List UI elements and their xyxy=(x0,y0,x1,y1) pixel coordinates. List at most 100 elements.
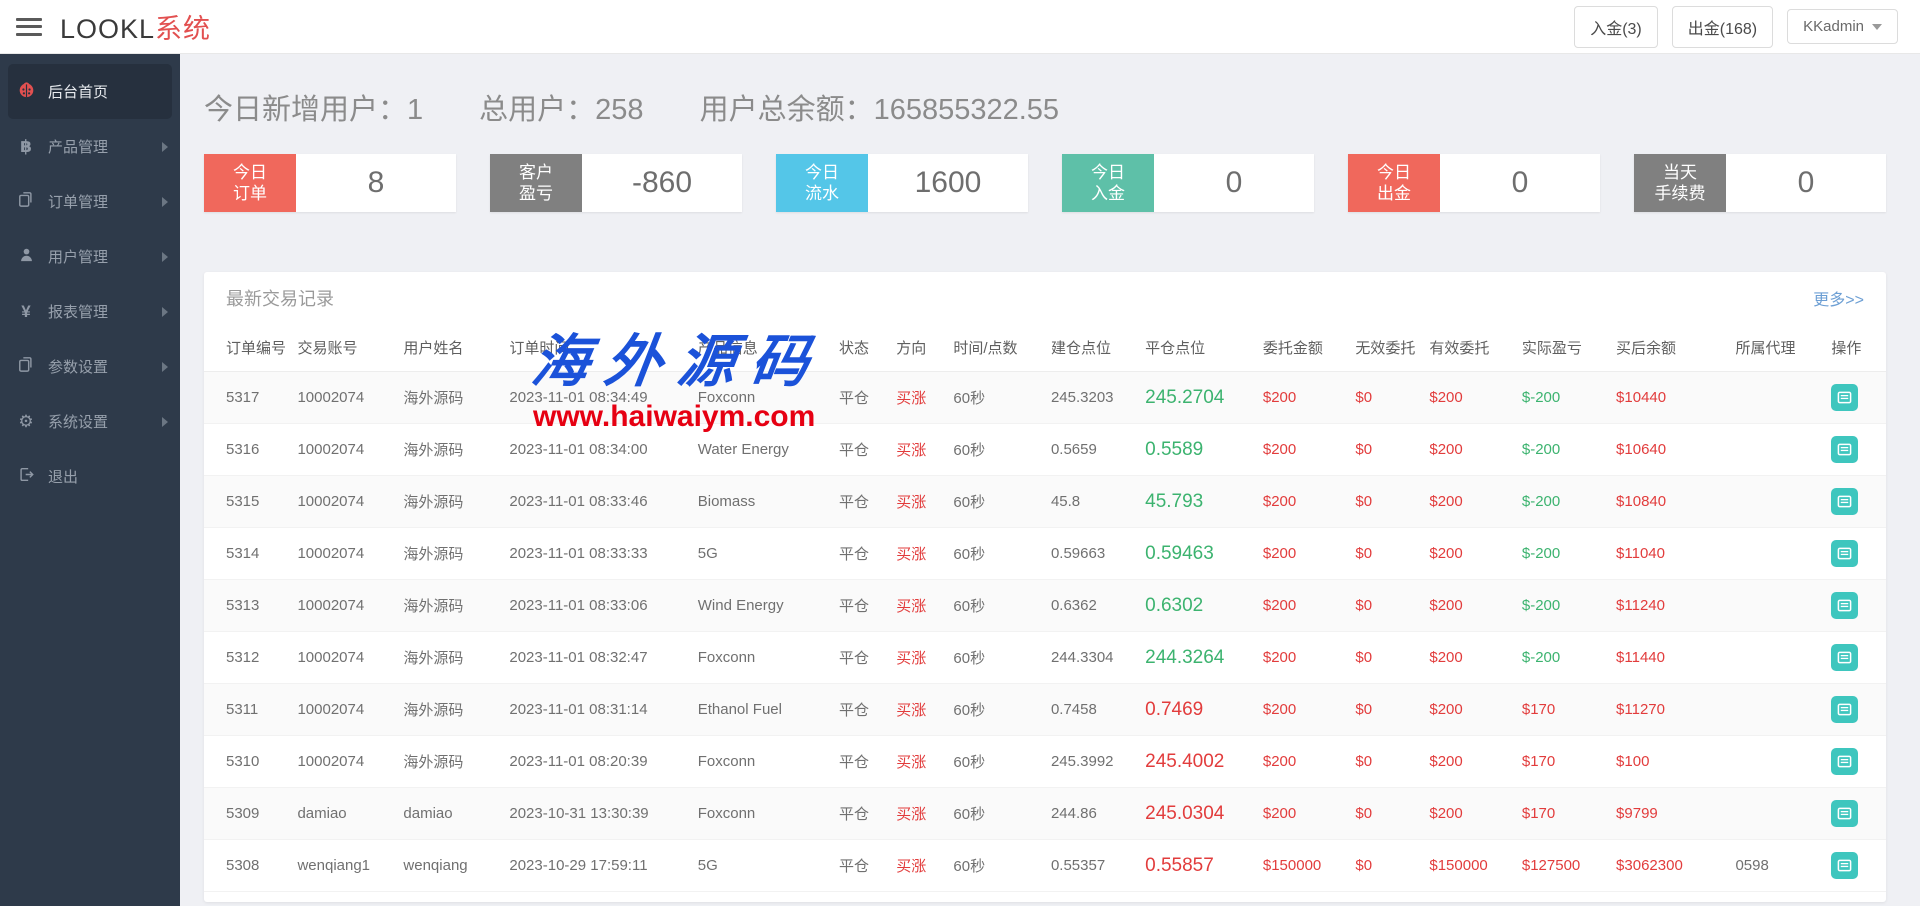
cell-actions xyxy=(1825,527,1886,580)
cell-balance: $10440 xyxy=(1610,371,1730,424)
cell-actions xyxy=(1825,735,1886,788)
cell-balance: $10640 xyxy=(1610,423,1730,476)
detail-button[interactable] xyxy=(1831,800,1859,827)
cell-time: 2023-11-01 08:33:46 xyxy=(503,475,692,528)
cell-close: 0.5589 xyxy=(1139,423,1257,476)
cell-time: 2023-11-01 08:31:14 xyxy=(503,683,692,736)
yen-icon: ¥ xyxy=(21,301,31,321)
column-header: 有效委托 xyxy=(1423,324,1516,372)
more-link[interactable]: 更多>> xyxy=(1813,286,1864,310)
cell-valid: $200 xyxy=(1423,631,1516,684)
cell-profit: $170 xyxy=(1515,683,1611,736)
params-icon xyxy=(14,356,38,377)
detail-button[interactable] xyxy=(1831,852,1859,879)
cell-invalid: $0 xyxy=(1349,683,1424,736)
cell-agent xyxy=(1729,787,1826,840)
column-header: 操作 xyxy=(1825,324,1886,372)
cell-actions xyxy=(1825,579,1886,632)
cell-account: damiao xyxy=(291,787,398,840)
sidebar-item-products[interactable]: ฿ 产品管理 xyxy=(0,119,180,174)
cell-amount: $200 xyxy=(1256,527,1350,580)
cell-duration: 60秒 xyxy=(947,475,1045,528)
cell-agent xyxy=(1729,423,1826,476)
gears-icon: ⚙ xyxy=(18,411,34,431)
cell-id: 5315 xyxy=(204,475,292,528)
card-value: 8 xyxy=(367,166,385,199)
chevron-right-icon xyxy=(162,141,168,152)
cell-invalid: $0 xyxy=(1349,527,1424,580)
cell-close: 245.2704 xyxy=(1139,371,1257,424)
sidebar-item-logout[interactable]: 退出 xyxy=(0,449,180,504)
cell-name: 海外源码 xyxy=(397,631,504,684)
detail-button[interactable] xyxy=(1831,644,1859,671)
card-value: 0 xyxy=(1797,166,1815,199)
user-icon xyxy=(14,247,38,267)
cell-close: 0.55857 xyxy=(1139,839,1257,892)
cell-duration: 60秒 xyxy=(947,371,1045,424)
column-header: 建仓点位 xyxy=(1044,324,1140,372)
cell-close: 244.3264 xyxy=(1139,631,1257,684)
detail-button[interactable] xyxy=(1831,384,1859,411)
cell-time: 2023-11-01 08:34:49 xyxy=(503,371,692,424)
column-header: 用户姓名 xyxy=(397,324,504,372)
chevron-down-icon xyxy=(1872,23,1882,30)
column-header: 订单编号 xyxy=(204,324,292,372)
cell-valid: $200 xyxy=(1423,683,1516,736)
card-value: 1600 xyxy=(914,166,982,199)
menu-toggle-icon[interactable] xyxy=(16,17,42,36)
table-row: 5310 10002074 海外源码 2023-11-01 08:20:39 Foxco… xyxy=(204,735,1886,788)
detail-button[interactable] xyxy=(1831,436,1859,463)
cell-open: 244.86 xyxy=(1044,787,1140,840)
detail-button[interactable] xyxy=(1831,696,1859,723)
cell-id: 5313 xyxy=(204,579,292,632)
table-row: 5308 wenqiang1 wenqiang 2023-10-29 17:59:11… xyxy=(204,839,1886,892)
cell-invalid: $0 xyxy=(1349,631,1424,684)
cell-status: 平仓 xyxy=(833,839,891,892)
detail-button[interactable] xyxy=(1831,748,1859,775)
sidebar-item-settings[interactable]: ⚙ 系统设置 xyxy=(0,394,180,449)
withdraw-button[interactable]: 出金(168) xyxy=(1671,5,1774,48)
sidebar-item-reports[interactable]: ¥ 报表管理 xyxy=(0,284,180,339)
detail-button[interactable] xyxy=(1831,488,1859,515)
sidebar-item-orders[interactable]: 订单管理 xyxy=(0,174,180,229)
sidebar-item-users[interactable]: 用户管理 xyxy=(0,229,180,284)
cell-time: 2023-11-01 08:33:33 xyxy=(503,527,692,580)
deposit-button[interactable]: 入金(3) xyxy=(1574,5,1658,48)
stat-cards: 今日 订单 8 客户 盈亏 -860 今日 流水 1600 今日 入金 0 今日 出金 0… xyxy=(204,154,1886,212)
cell-invalid: $0 xyxy=(1349,787,1424,840)
chevron-right-icon xyxy=(162,251,168,262)
orders-icon xyxy=(14,191,38,212)
cell-open: 245.3203 xyxy=(1044,371,1140,424)
cell-id: 5309 xyxy=(204,787,292,840)
cell-valid: $200 xyxy=(1423,475,1516,528)
detail-button[interactable] xyxy=(1831,540,1859,567)
cell-balance: $3062300 xyxy=(1610,839,1730,892)
table-row: 5315 10002074 海外源码 2023-11-01 08:33:46 Bioma… xyxy=(204,475,1886,528)
cell-amount: $200 xyxy=(1256,787,1350,840)
cell-product: 5G xyxy=(691,527,834,580)
cell-product: Biomass xyxy=(691,475,834,528)
table-row: 5316 10002074 海外源码 2023-11-01 08:34:00 Water… xyxy=(204,423,1886,476)
card-today-fees: 当天 手续费 0 xyxy=(1634,154,1886,212)
user-menu-button[interactable]: KKadmin xyxy=(1787,9,1898,44)
cell-open: 0.6362 xyxy=(1044,579,1140,632)
detail-button[interactable] xyxy=(1831,592,1859,619)
cell-direction: 买涨 xyxy=(890,579,948,632)
sidebar-item-dashboard[interactable]: 后台首页 xyxy=(8,64,172,119)
cell-account: 10002074 xyxy=(291,683,398,736)
cell-name: wenqiang xyxy=(397,839,504,892)
cell-open: 45.8 xyxy=(1044,475,1140,528)
sidebar-item-parameters[interactable]: 参数设置 xyxy=(0,339,180,394)
user-menu-label: KKadmin xyxy=(1803,18,1864,35)
cell-duration: 60秒 xyxy=(947,735,1045,788)
cell-close: 245.4002 xyxy=(1139,735,1257,788)
cell-product: Wind Energy xyxy=(691,579,834,632)
cell-open: 244.3304 xyxy=(1044,631,1140,684)
cell-profit: $170 xyxy=(1515,735,1611,788)
cell-product: Foxconn xyxy=(691,371,834,424)
cell-valid: $150000 xyxy=(1423,839,1516,892)
cell-id: 5316 xyxy=(204,423,292,476)
cell-valid: $200 xyxy=(1423,579,1516,632)
table-row: 5313 10002074 海外源码 2023-11-01 08:33:06 Wind … xyxy=(204,579,1886,632)
cell-actions xyxy=(1825,371,1886,424)
